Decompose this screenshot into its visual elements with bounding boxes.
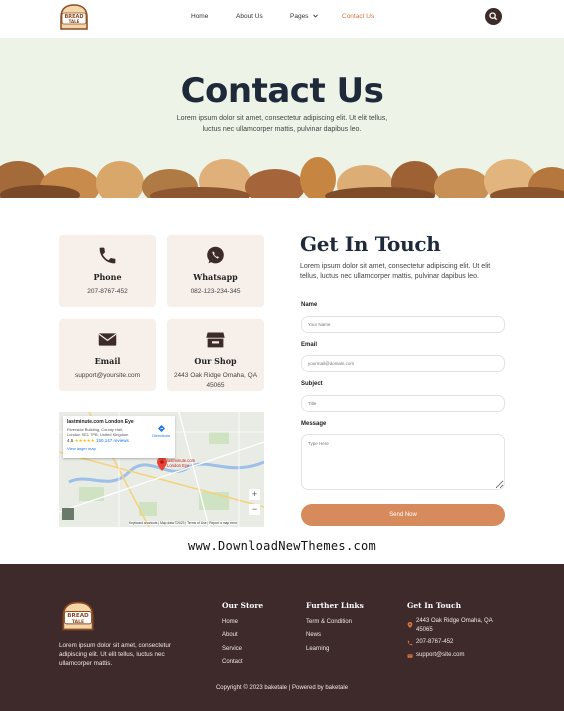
shop-card-title: Our Shop bbox=[194, 356, 237, 366]
email-card: Email support@yoursite.com bbox=[59, 319, 156, 391]
site-header: BREAD TALE Home About Us Pages Contact U… bbox=[0, 0, 564, 38]
footer-logo[interactable]: BREAD TALE bbox=[60, 600, 96, 632]
map-rating: 4.5 ★★★★★ 150,147 reviews bbox=[67, 438, 171, 444]
phone-icon bbox=[99, 247, 116, 264]
send-button[interactable]: Send Now bbox=[301, 504, 505, 526]
footer-envelope-icon bbox=[407, 654, 413, 658]
email-field[interactable] bbox=[301, 355, 505, 372]
footer-email: support@site.com bbox=[416, 652, 465, 658]
footer-phone-icon bbox=[407, 640, 413, 646]
nav-pages[interactable]: Pages bbox=[290, 13, 319, 20]
footer-phone: 207-8767-452 bbox=[416, 639, 454, 645]
watermark-text: www.DownloadNewThemes.com bbox=[187, 539, 377, 553]
nav-contact[interactable]: Contact Us bbox=[342, 13, 374, 20]
email-card-text: support@yoursite.com bbox=[74, 372, 141, 379]
bread-tale-logo[interactable]: BREAD TALE bbox=[58, 3, 90, 31]
footer-link-terms[interactable]: Term & Condition bbox=[306, 619, 352, 625]
zoom-out-button[interactable]: − bbox=[249, 504, 260, 515]
rating-stars-icon: ★★★★★ bbox=[74, 438, 95, 443]
directions-label: Directions bbox=[152, 433, 170, 438]
envelope-icon bbox=[98, 333, 117, 346]
shop-card: Our Shop 2443 Oak Ridge Omaha, QA 45065 bbox=[167, 319, 264, 391]
footer-link-news[interactable]: News bbox=[306, 632, 321, 638]
footer-link-service[interactable]: Service bbox=[222, 646, 242, 652]
hero-section: Contact Us Lorem ipsum dolor sit amet, c… bbox=[0, 38, 564, 198]
email-card-title: Email bbox=[94, 356, 121, 366]
nav-pages-label: Pages bbox=[290, 13, 309, 20]
map-place-card: lastminute.com London Eye Riverside Buil… bbox=[63, 416, 175, 458]
whatsapp-icon bbox=[207, 246, 224, 264]
phone-card-title: Phone bbox=[93, 272, 122, 282]
search-button[interactable] bbox=[485, 8, 502, 25]
hero-description: Lorem ipsum dolor sit amet, consectetur … bbox=[176, 115, 388, 133]
nav-home[interactable]: Home bbox=[191, 13, 208, 20]
map-reviews[interactable]: 150,147 reviews bbox=[96, 438, 129, 443]
map-pin-label: lastminute.com London Eye bbox=[167, 458, 196, 468]
whatsapp-card-title: Whatsapp bbox=[193, 272, 238, 282]
footer-link-learning[interactable]: Learning bbox=[306, 646, 329, 652]
phone-card-text: 207-8767-452 bbox=[87, 288, 128, 295]
footer-link-contact[interactable]: Contact bbox=[222, 659, 243, 665]
footer-contact-heading: Get In Touch bbox=[407, 601, 462, 610]
map-attribution: Keyboard shortcuts | Map data ©2023 | Te… bbox=[129, 521, 238, 525]
subject-label: Subject bbox=[301, 381, 323, 387]
copyright-text: Copyright © 2023 baketale | Powered by b… bbox=[215, 685, 349, 691]
footer-link-about[interactable]: About bbox=[222, 632, 238, 638]
chevron-down-icon bbox=[313, 14, 319, 18]
directions-button[interactable]: Directions bbox=[152, 425, 170, 438]
location-map[interactable]: lastminute.com London Eye lastminute.com… bbox=[59, 412, 264, 527]
footer-logo-text-1: BREAD bbox=[67, 613, 89, 619]
footer-store-heading: Our Store bbox=[222, 601, 264, 610]
site-footer: BREAD TALE Lorem ipsum dolor sit amet, c… bbox=[0, 564, 564, 711]
bread-banner-image bbox=[0, 153, 564, 198]
whatsapp-card: Whatsapp 082-123-234-345 bbox=[167, 235, 264, 307]
zoom-in-button[interactable]: + bbox=[249, 489, 260, 500]
name-label: Name bbox=[301, 302, 318, 308]
whatsapp-card-text: 082-123-234-345 bbox=[190, 288, 241, 295]
subject-field[interactable] bbox=[301, 395, 505, 412]
footer-link-home[interactable]: Home bbox=[222, 619, 238, 625]
map-place-address: Riverside Building, County Hall, London … bbox=[67, 427, 129, 437]
message-field[interactable] bbox=[301, 434, 505, 490]
map-pin-icon[interactable] bbox=[157, 457, 167, 471]
message-label: Message bbox=[301, 421, 327, 427]
nav-about[interactable]: About Us bbox=[236, 13, 263, 20]
phone-card: Phone 207-8767-452 bbox=[59, 235, 156, 307]
search-icon bbox=[489, 12, 498, 21]
map-rating-value: 4.5 bbox=[67, 438, 74, 443]
shop-card-text: 2443 Oak Ridge Omaha, QA 45065 bbox=[173, 372, 258, 389]
footer-about-text: Lorem ipsum dolor sit amet, consectetur … bbox=[59, 642, 171, 667]
form-title: Get In Touch bbox=[300, 232, 441, 256]
footer-address: 2443 Oak Ridge Omaha, QA 45065 bbox=[416, 618, 493, 633]
footer-logo-text-2: TALE bbox=[72, 619, 84, 625]
name-field[interactable] bbox=[301, 316, 505, 333]
view-larger-map-link[interactable]: View larger map bbox=[67, 446, 171, 451]
location-pin-icon bbox=[407, 622, 413, 628]
form-description: Lorem ipsum dolor sit amet, consectetur … bbox=[300, 263, 491, 280]
logo-text-2: TALE bbox=[69, 19, 80, 24]
directions-icon bbox=[157, 425, 165, 432]
page-title: Contact Us bbox=[180, 71, 384, 111]
email-label: Email bbox=[301, 342, 318, 348]
footer-links-heading: Further Links bbox=[306, 601, 364, 610]
store-icon bbox=[206, 332, 225, 348]
